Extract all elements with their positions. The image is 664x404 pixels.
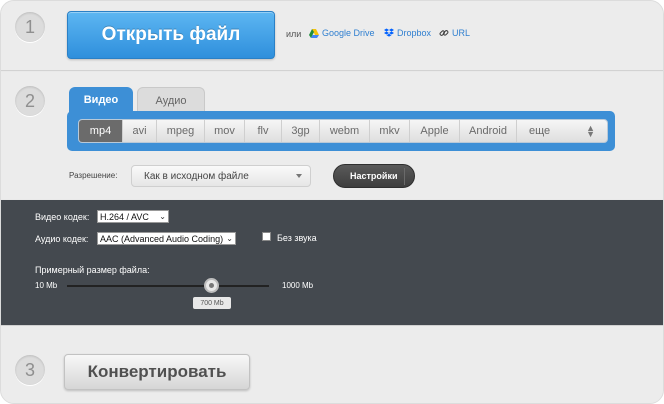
settings-label: Настройки	[350, 171, 398, 181]
format-avi[interactable]: avi	[123, 120, 157, 142]
convert-button[interactable]: Конвертировать	[64, 354, 250, 390]
url-label: URL	[452, 28, 471, 38]
link-icon	[439, 30, 449, 36]
url-link[interactable]: URL	[439, 28, 470, 38]
format-mkv[interactable]: mkv	[370, 120, 410, 142]
settings-button[interactable]: Настройки	[333, 164, 415, 188]
audio-codec-value: AAC (Advanced Audio Coding)	[100, 233, 224, 244]
file-size-slider-track[interactable]	[67, 285, 269, 287]
chevron-down-icon	[296, 174, 302, 178]
file-size-slider-handle[interactable]	[204, 278, 219, 293]
audio-codec-label: Аудио кодек:	[35, 234, 89, 244]
dropbox-icon	[384, 28, 394, 37]
google-drive-icon	[309, 29, 319, 38]
resolution-label: Разрешение:	[69, 171, 118, 180]
size-max-label: 1000 Mb	[282, 281, 314, 290]
no-sound-label: Без звука	[277, 233, 317, 243]
dropbox-label: Dropbox	[397, 28, 432, 38]
format-android[interactable]: Android	[460, 120, 517, 142]
step-number-3: 3	[15, 355, 45, 385]
no-sound-checkbox[interactable]	[262, 232, 271, 241]
format-more-dropdown[interactable]: еще ▲ ▼	[517, 120, 607, 142]
step-number-1: 1	[15, 12, 45, 42]
format-3gp[interactable]: 3gp	[282, 120, 320, 142]
step-number-2: 2	[15, 86, 45, 116]
size-min-label: 10 Mb	[35, 281, 58, 290]
tab-audio[interactable]: Аудио	[137, 87, 205, 113]
format-webm[interactable]: webm	[320, 120, 370, 142]
button-divider	[404, 168, 405, 185]
or-text: или	[286, 29, 302, 39]
google-drive-label: Google Drive	[322, 28, 375, 38]
chevron-down-icon: ⌄	[226, 234, 233, 243]
video-codec-value: H.264 / AVC	[100, 211, 149, 222]
dropbox-link[interactable]: Dropbox	[384, 28, 431, 38]
format-mp4[interactable]: mp4	[79, 120, 123, 142]
converter-window: 1 Открыть файл или Google Drive Dropbox …	[0, 0, 664, 404]
format-apple[interactable]: Apple	[410, 120, 460, 142]
format-mov[interactable]: mov	[205, 120, 245, 142]
audio-codec-select[interactable]: AAC (Advanced Audio Coding) ⌄	[97, 232, 236, 245]
tab-video[interactable]: Видео	[69, 87, 133, 113]
file-size-label: Примерный размер файла:	[35, 265, 150, 275]
video-codec-select[interactable]: H.264 / AVC ⌄	[97, 210, 169, 223]
resolution-value: Как в исходном файле	[144, 170, 249, 182]
format-selector: mp4 avi mpeg mov flv 3gp webm mkv Apple …	[78, 119, 608, 143]
video-codec-label: Видео кодек:	[35, 212, 90, 222]
open-file-button[interactable]: Открыть файл	[67, 11, 275, 59]
resolution-select[interactable]: Как в исходном файле	[131, 165, 311, 187]
format-flv[interactable]: flv	[245, 120, 282, 142]
updown-arrows-icon: ▲ ▼	[586, 123, 595, 139]
format-more-label: еще	[529, 125, 551, 137]
size-value-tooltip: 700 Mb	[193, 297, 231, 309]
chevron-down-icon: ⌄	[159, 212, 166, 221]
google-drive-link[interactable]: Google Drive	[309, 28, 375, 38]
format-mpeg[interactable]: mpeg	[157, 120, 205, 142]
